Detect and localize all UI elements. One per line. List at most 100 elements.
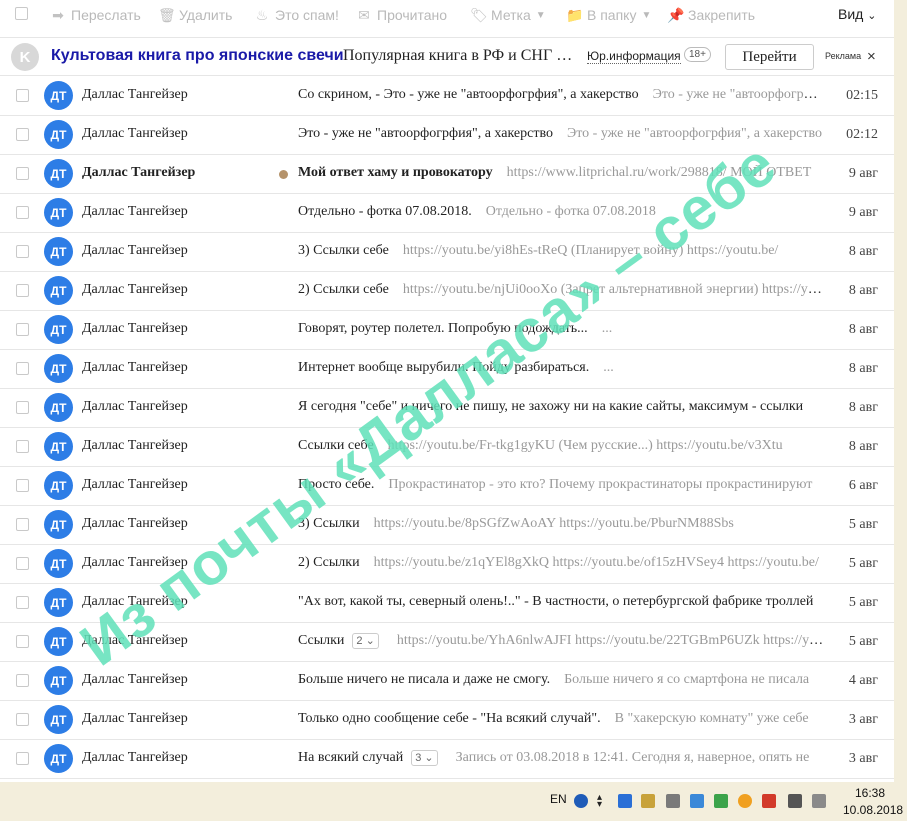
avatar[interactable]: ДТ [44, 666, 73, 695]
message-snippet: https://youtu.be/Fr-tkg1gyKU (Чем русски… [387, 438, 783, 453]
message-row[interactable]: ДТ Даллас Тангейзер Я сегодня "себе" и нич… [0, 389, 894, 428]
clock-time[interactable]: 16:38 [855, 786, 885, 800]
unread-dot-icon[interactable] [279, 170, 288, 179]
message-checkbox[interactable] [16, 401, 29, 414]
message-checkbox[interactable] [16, 284, 29, 297]
spam-button[interactable]: ♨ Это спам! [254, 6, 339, 24]
message-row[interactable]: ДТ Даллас Тангейзер Мой ответ хаму и прово… [0, 155, 894, 194]
mark-read-button[interactable]: ✉ Прочитано [356, 6, 447, 24]
security-icon[interactable] [714, 794, 728, 808]
thread-count-badge[interactable]: 3 ⌄ [411, 750, 438, 766]
ad-banner[interactable]: K Культовая книга про японские свечи Поп… [0, 37, 894, 76]
message-snippet: https://youtu.be/z1qYEl8gXkQ https://you… [373, 555, 819, 570]
chevron-down-icon: ⌄ [421, 752, 434, 764]
volume-muted-icon[interactable] [666, 794, 680, 808]
message-row[interactable]: ДТ Даллас Тангейзер На всякий случай 3 ⌄ Зап… [0, 740, 894, 779]
avatar[interactable]: ДТ [44, 120, 73, 149]
message-row[interactable]: ДТ Даллас Тангейзер 2) Ссылки https://youtu… [0, 545, 894, 584]
message-row[interactable]: ДТ Даллас Тангейзер Ссылки себе https://you… [0, 428, 894, 467]
ad-go-button[interactable]: Перейти [725, 44, 814, 70]
pdf-icon[interactable] [762, 794, 776, 808]
message-subject: "Ах вот, какой ты, северный олень!.." - … [298, 594, 814, 609]
avatar[interactable]: ДТ [44, 315, 73, 344]
message-checkbox[interactable] [16, 245, 29, 258]
help-icon[interactable] [574, 794, 588, 808]
forward-button[interactable]: ➡ Переслать [50, 6, 141, 24]
message-row[interactable]: ДТ Даллас Тангейзер Только одно сообщение … [0, 701, 894, 740]
avatar[interactable]: ДТ [44, 705, 73, 734]
view-menu[interactable]: Вид ⌄ [838, 6, 876, 22]
message-checkbox[interactable] [16, 206, 29, 219]
message-checkbox[interactable] [16, 713, 29, 726]
avatar[interactable]: ДТ [44, 510, 73, 539]
message-checkbox[interactable] [16, 518, 29, 531]
message-row[interactable]: ДТ Даллас Тангейзер Просто себе. Прокрастин… [0, 467, 894, 506]
select-all-checkbox[interactable] [15, 7, 28, 20]
message-row[interactable]: ДТ Даллас Тангейзер 3) Ссылки https://youtu… [0, 506, 894, 545]
avatar[interactable]: ДТ [44, 471, 73, 500]
message-checkbox[interactable] [16, 479, 29, 492]
message-row[interactable]: ДТ Даллас Тангейзер Со скрином, - Это - уж… [0, 77, 894, 116]
avatar[interactable]: ДТ [44, 549, 73, 578]
message-checkbox[interactable] [16, 167, 29, 180]
avatar[interactable]: ДТ [44, 276, 73, 305]
message-date: 5 авг [848, 517, 878, 532]
ad-text: Популярная книга в РФ и СНГ по японским … [343, 47, 579, 64]
clock-date[interactable]: 10.08.2018 [843, 803, 903, 817]
message-checkbox[interactable] [16, 440, 29, 453]
message-row[interactable]: ДТ Даллас Тангейзер 2) Ссылки себе https://… [0, 272, 894, 311]
move-to-folder-button[interactable]: 📁 В папку ▼ [566, 6, 651, 24]
message-subject: 3) Ссылки [298, 516, 360, 531]
scrollbar[interactable] [894, 0, 907, 782]
message-row[interactable]: ДТ Даллас Тангейзер "Ах вот, какой ты, сев… [0, 584, 894, 623]
avatar[interactable]: ДТ [44, 393, 73, 422]
avatar[interactable]: ДТ [44, 198, 73, 227]
label-button[interactable]: 🏷 Метка ▼ [470, 6, 546, 24]
avatar[interactable]: ДТ [44, 159, 73, 188]
avatar[interactable]: ДТ [44, 237, 73, 266]
message-checkbox[interactable] [16, 752, 29, 765]
message-checkbox[interactable] [16, 89, 29, 102]
message-checkbox[interactable] [16, 596, 29, 609]
ad-legal-info-link[interactable]: Юр.информация [587, 49, 681, 64]
message-checkbox[interactable] [16, 557, 29, 570]
close-icon[interactable]: × [867, 48, 876, 65]
message-row[interactable]: ДТ Даллас Тангейзер Больше ничего не писал… [0, 662, 894, 701]
ad-title[interactable]: Культовая книга про японские свечи [51, 47, 344, 65]
thread-count-badge[interactable]: 2 ⌄ [352, 633, 379, 649]
avatar[interactable]: ДТ [44, 627, 73, 656]
tray-arrows-icon[interactable]: ▴ ▾ [597, 793, 605, 810]
message-row[interactable]: ДТ Даллас Тангейзер Говорят, роутер полете… [0, 311, 894, 350]
message-row[interactable]: ДТ Даллас Тангейзер Отдельно - фотка 07.08… [0, 194, 894, 233]
pin-button[interactable]: 📌 Закрепить [667, 6, 755, 24]
language-indicator[interactable]: EN [550, 792, 567, 806]
message-checkbox[interactable] [16, 635, 29, 648]
sender-name: Даллас Тангейзер [82, 438, 188, 453]
avatar[interactable]: ДТ [44, 744, 73, 773]
avatar[interactable]: ДТ [44, 81, 73, 110]
notification-icon[interactable] [738, 794, 752, 808]
message-checkbox[interactable] [16, 674, 29, 687]
message-row[interactable]: ДТ Даллас Тангейзер Ссылки 2 ⌄ https://youtu… [0, 623, 894, 662]
avatar[interactable]: ДТ [44, 432, 73, 461]
message-checkbox[interactable] [16, 323, 29, 336]
avatar[interactable]: ДТ [44, 354, 73, 383]
network-icon[interactable] [618, 794, 632, 808]
message-row[interactable]: ДТ Даллас Тангейзер 3) Ссылки себе https://… [0, 233, 894, 272]
delete-label: Удалить [179, 7, 233, 23]
message-checkbox[interactable] [16, 362, 29, 375]
avatar[interactable]: ДТ [44, 588, 73, 617]
tray-app-icon[interactable] [641, 794, 655, 808]
message-row[interactable]: ДТ Даллас Тангейзер Это - уже не "автоорфо… [0, 116, 894, 155]
message-row[interactable]: ДТ Даллас Тангейзер Интернет вообще выруби… [0, 350, 894, 389]
message-snippet: https://youtu.be/yi8hEs-tReQ (Планирует … [402, 243, 779, 258]
display-icon[interactable] [788, 794, 802, 808]
delete-button[interactable]: 🗑 Удалить [158, 6, 232, 24]
sender-name: Даллас Тангейзер [82, 165, 196, 180]
tag-icon: 🏷 [470, 6, 488, 23]
update-icon[interactable] [690, 794, 704, 808]
message-date: 4 авг [848, 673, 878, 688]
message-date: 9 авг [848, 205, 878, 220]
message-checkbox[interactable] [16, 128, 29, 141]
speaker-icon[interactable] [812, 794, 826, 808]
